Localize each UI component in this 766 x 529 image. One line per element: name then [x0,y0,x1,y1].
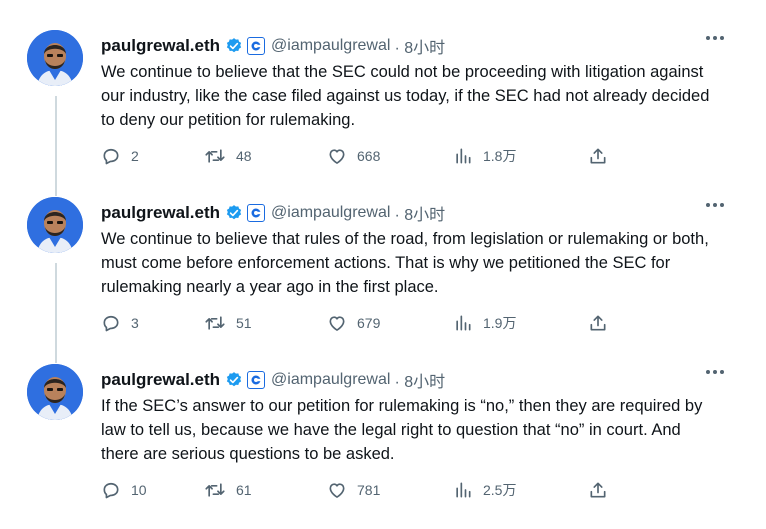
more-icon[interactable] [706,203,724,207]
tweet-header: paulgrewal.eth @iampaulgrewal · 8小时 [101,368,445,392]
retweet-button[interactable]: 48 [204,146,252,166]
share-icon [590,148,606,164]
affiliate-badge-icon[interactable] [247,37,266,55]
like-icon [329,149,345,164]
action-bar: 3 51 679 1.9万 [101,313,621,335]
avatar[interactable] [27,364,83,420]
reply-count: 10 [131,482,147,498]
tweet-text: If the SEC’s answer to our petition for … [101,397,703,463]
display-name[interactable]: paulgrewal.eth [101,36,220,56]
action-bar: 2 48 668 1.8万 [101,146,621,168]
retweet-count: 61 [236,482,252,498]
avatar[interactable] [27,30,83,86]
views-icon [456,482,471,498]
tweet-text: We continue to believe that the SEC coul… [101,63,710,129]
avatar[interactable] [27,197,83,253]
verified-badge-icon [225,371,243,389]
retweet-count: 48 [236,148,252,164]
share-icon [590,482,606,498]
retweet-icon [205,149,225,163]
like-button[interactable]: 668 [327,146,380,166]
share-button[interactable] [588,313,608,333]
views-icon [456,148,471,164]
views-button[interactable]: 1.8万 [453,146,516,166]
more-icon[interactable] [706,36,724,40]
like-count: 668 [357,148,381,164]
tweet[interactable]: paulgrewal.eth @iampaulgrewal · 8小时 If t… [0,364,766,514]
retweet-icon [205,483,225,497]
handle[interactable]: @iampaulgrewal [271,371,390,389]
reply-icon [103,148,119,165]
handle[interactable]: @iampaulgrewal [271,37,390,55]
reply-icon [103,315,119,332]
like-icon [329,483,345,498]
verified-badge-icon [225,204,243,222]
reply-button[interactable]: 3 [101,313,139,333]
like-count: 679 [357,315,381,331]
retweet-count: 51 [236,315,252,331]
like-count: 781 [357,482,381,498]
display-name[interactable]: paulgrewal.eth [101,203,220,223]
timestamp[interactable]: · 8小时 [394,201,445,225]
verified-badge-icon [225,37,243,55]
timestamp[interactable]: · 8小时 [394,34,445,58]
like-button[interactable]: 781 [327,480,380,500]
share-button[interactable] [588,146,608,166]
tweet-header: paulgrewal.eth @iampaulgrewal · 8小时 [101,34,445,58]
display-name[interactable]: paulgrewal.eth [101,370,220,390]
view-count: 1.8万 [483,148,517,164]
share-button[interactable] [588,480,608,500]
action-bar: 10 61 781 2.5万 [101,480,621,502]
affiliate-badge-icon[interactable] [247,371,266,389]
views-button[interactable]: 2.5万 [453,480,516,500]
reply-count: 3 [131,315,139,331]
reply-icon [103,482,119,499]
view-count: 2.5万 [483,482,517,498]
retweet-icon [205,316,225,330]
reply-count: 2 [131,148,139,164]
timestamp[interactable]: · 8小时 [394,368,445,392]
share-icon [590,315,606,331]
views-button[interactable]: 1.9万 [453,313,516,333]
tweet[interactable]: paulgrewal.eth @iampaulgrewal · 8小时 We c… [0,30,766,180]
reply-button[interactable]: 10 [101,480,147,500]
tweet[interactable]: paulgrewal.eth @iampaulgrewal · 8小时 We c… [0,197,766,347]
like-icon [329,316,345,331]
like-button[interactable]: 679 [327,313,380,333]
handle[interactable]: @iampaulgrewal [271,204,390,222]
reply-button[interactable]: 2 [101,146,139,166]
affiliate-badge-icon[interactable] [247,204,266,222]
tweet-text: We continue to believe that rules of the… [101,230,709,296]
retweet-button[interactable]: 61 [204,480,252,500]
retweet-button[interactable]: 51 [204,313,252,333]
tweet-header: paulgrewal.eth @iampaulgrewal · 8小时 [101,201,445,225]
view-count: 1.9万 [483,315,517,331]
views-icon [456,315,471,331]
more-icon[interactable] [706,370,724,374]
